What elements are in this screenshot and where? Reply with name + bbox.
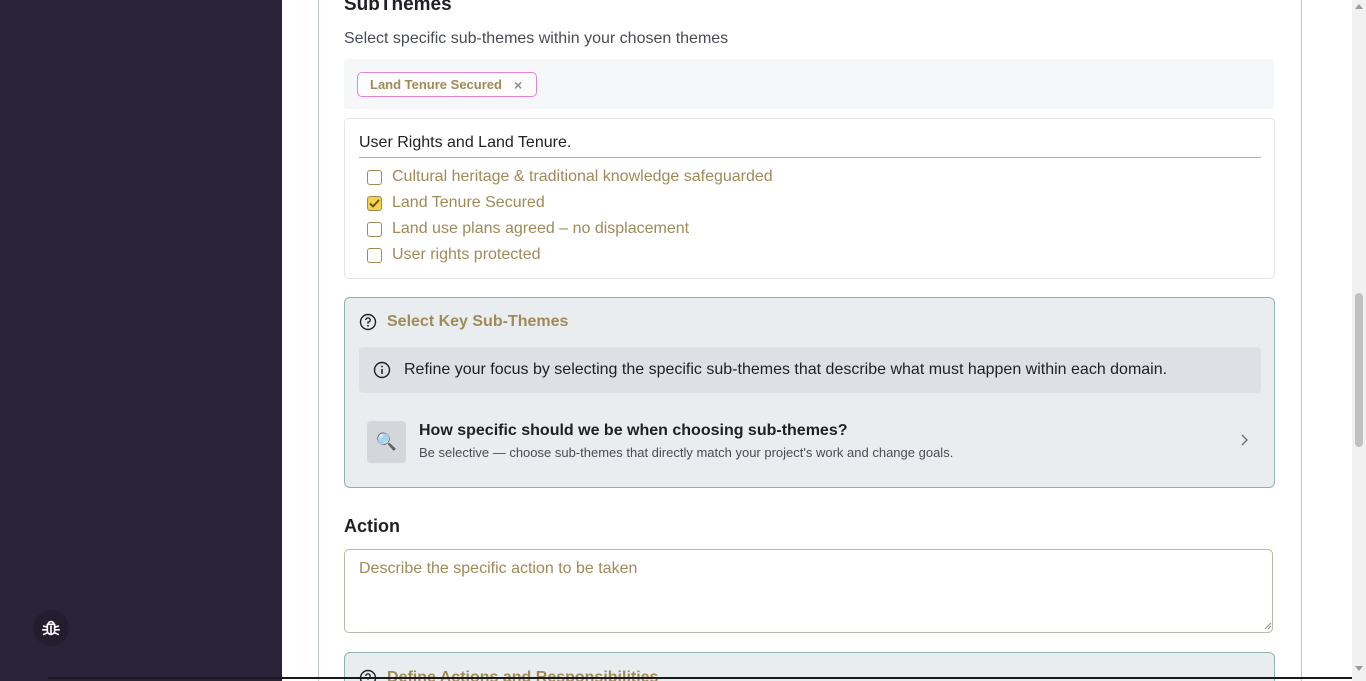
checkmark-icon (369, 198, 380, 208)
chip-label: Land Tenure Secured (370, 77, 502, 92)
option-land-tenure-secured[interactable]: Land Tenure Secured (367, 194, 545, 212)
option-cultural-heritage[interactable]: Cultural heritage & traditional knowledg… (367, 168, 773, 186)
chip-remove-icon[interactable]: × (514, 77, 522, 93)
bottom-border (48, 677, 1352, 679)
tip-item[interactable]: 🔍 How specific should we be when choosin… (359, 408, 1261, 468)
help-heading-text: Select Key Sub-Themes (387, 313, 569, 330)
scroll-down-arrow-icon[interactable] (1355, 666, 1363, 671)
scroll-thumb[interactable] (1355, 293, 1363, 447)
sidebar (0, 0, 282, 681)
question-circle-icon (359, 313, 377, 331)
help-heading-2[interactable]: Define Actions and Responsibilities (359, 669, 658, 681)
option-label: User rights protected (392, 246, 541, 263)
option-label: Cultural heritage & traditional knowledg… (392, 168, 773, 185)
subthemes-description: Select specific sub-themes within your c… (344, 30, 729, 47)
vertical-scrollbar[interactable] (1352, 0, 1366, 681)
action-label: Action (344, 516, 400, 536)
question-circle-icon (359, 669, 377, 681)
group-title: User Rights and Land Tenure. (359, 134, 572, 151)
chevron-right-icon (1241, 434, 1248, 446)
info-circle-icon (373, 361, 391, 379)
help-heading-2-text: Define Actions and Responsibilities (387, 669, 659, 681)
option-label: Land use plans agreed – no displacement (392, 220, 690, 237)
checkbox[interactable] (367, 169, 382, 185)
scroll-up-arrow-icon[interactable] (1355, 4, 1363, 9)
subthemes-title: SubThemes (344, 0, 452, 15)
option-label: Land Tenure Secured (392, 194, 545, 211)
option-land-use-plans[interactable]: Land use plans agreed – no displacement (367, 220, 689, 238)
debug-button[interactable] (33, 610, 69, 646)
main-content: SubThemes Select specific sub-themes wit… (282, 0, 1352, 681)
help-heading[interactable]: Select Key Sub-Themes (359, 313, 568, 331)
checkbox[interactable] (367, 221, 382, 237)
tip-subtitle: Be selective — choose sub-themes that di… (419, 445, 954, 460)
group-divider (359, 157, 1261, 158)
subthemes-dropdown: User Rights and Land Tenure. Cultural he… (344, 118, 1275, 279)
info-box: Refine your focus by selecting the speci… (359, 347, 1261, 393)
selected-chip: Land Tenure Secured × (357, 72, 538, 97)
help-panel: Select Key Sub-Themes Refine your focus … (344, 297, 1275, 488)
bug-icon (41, 620, 61, 636)
magnifier-icon: 🔍 (367, 421, 406, 463)
tip-title: How specific should we be when choosing … (419, 422, 848, 439)
option-user-rights[interactable]: User rights protected (367, 246, 541, 264)
checkbox-checked[interactable] (367, 195, 382, 211)
resize-handle-icon[interactable] (1264, 622, 1272, 630)
selected-subthemes-box[interactable]: Land Tenure Secured × (344, 59, 1274, 109)
action-textarea[interactable] (344, 549, 1273, 633)
info-text: Refine your focus by selecting the speci… (404, 361, 1168, 378)
checkbox[interactable] (367, 247, 382, 263)
